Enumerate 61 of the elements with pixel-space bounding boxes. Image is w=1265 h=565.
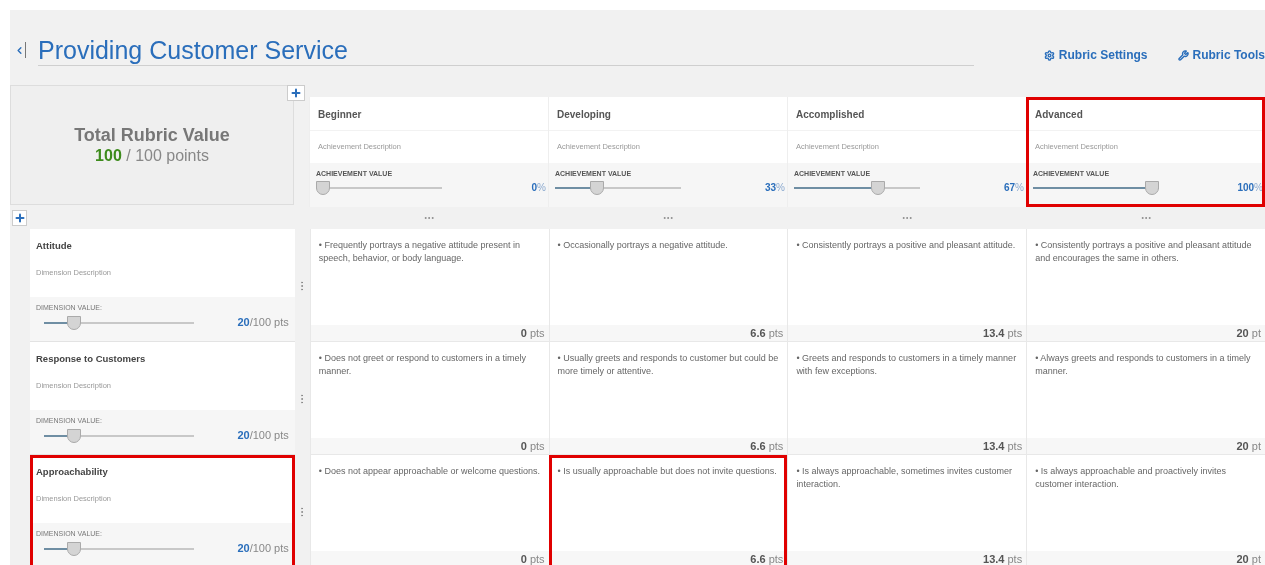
criterion-text: • Consistently portrays a positive and pleasant attitude and encourages the same in others. bbox=[1034, 239, 1253, 265]
dimension-points: 20/100 pts bbox=[237, 314, 289, 330]
gear-icon bbox=[1043, 49, 1055, 61]
slider[interactable] bbox=[316, 180, 442, 195]
total-points: 100 / 100 points bbox=[95, 146, 209, 166]
criterion-points: 13.4 pts bbox=[788, 438, 1027, 454]
level-name: Accomplished bbox=[795, 108, 866, 122]
criterion-points: 0 pts bbox=[310, 438, 549, 454]
wrench-icon bbox=[1177, 49, 1189, 61]
criterion-points: 13.4 pts bbox=[788, 551, 1027, 565]
criterion-text: • Frequently portrays a negative attitude present in speech, behavior, or body language. bbox=[317, 239, 521, 265]
criterion-points: 6.6 pts bbox=[549, 325, 788, 341]
criterion-text: • Consistently portrays a positive and pleasant attitude. bbox=[795, 239, 1017, 252]
level-name: Advanced bbox=[1034, 108, 1084, 122]
dimension-name: Response to Customers bbox=[35, 352, 147, 366]
dimension-points: 20/100 pts bbox=[237, 427, 289, 443]
criterion-text: • Usually greets and responds to customer but could be more timely or attentive. bbox=[556, 352, 780, 378]
criterion-text: • Is always approachable and proactively invites customer interaction. bbox=[1034, 465, 1227, 491]
dimension-name: Approachability bbox=[35, 465, 109, 479]
level-name: Beginner bbox=[317, 108, 363, 122]
criterion-text: • Occasionally portrays a negative attitude. bbox=[556, 239, 729, 252]
back-icon[interactable] bbox=[14, 42, 26, 58]
criterion-text: • Always greets and responds to customers in a timely manner. bbox=[1034, 352, 1252, 378]
slider-thumb[interactable] bbox=[871, 180, 886, 195]
add-level-button[interactable] bbox=[287, 85, 306, 101]
criterion-points: 6.6 pts bbox=[549, 438, 788, 454]
criterion-points: 0 pts bbox=[310, 551, 549, 565]
slider-thumb[interactable] bbox=[67, 316, 81, 330]
criterion-points: 0 pts bbox=[310, 325, 549, 341]
add-dimension-button[interactable] bbox=[12, 210, 27, 226]
slider[interactable] bbox=[44, 429, 194, 443]
level-percent: 33% bbox=[764, 180, 785, 195]
slider[interactable] bbox=[794, 180, 920, 195]
criterion-text: • Is usually approachable but does not invite questions. bbox=[556, 465, 778, 478]
criterion-points: 20 pt bbox=[1027, 551, 1265, 565]
criterion-points: 13.4 pts bbox=[788, 325, 1027, 341]
slider-thumb[interactable] bbox=[316, 180, 330, 195]
criterion-text: • Does not appear approachable or welcome questions. bbox=[317, 465, 542, 478]
criterion-text: • Is always approachable, sometimes invites customer interaction. bbox=[795, 465, 1014, 491]
criterion-text: • Greets and responds to customers in a timely manner with few exceptions. bbox=[795, 352, 1018, 378]
slider[interactable] bbox=[44, 542, 194, 556]
criterion-points: 20 pt bbox=[1027, 438, 1265, 454]
rubric-settings-link[interactable]: Rubric Settings bbox=[1043, 46, 1148, 64]
level-percent: 67% bbox=[1003, 180, 1024, 195]
slider-thumb[interactable] bbox=[1145, 180, 1159, 195]
slider-thumb[interactable] bbox=[67, 542, 81, 556]
slider[interactable] bbox=[555, 180, 681, 195]
total-label: Total Rubric Value bbox=[74, 124, 230, 146]
level-name: Developing bbox=[556, 108, 612, 122]
dimension-points: 20/100 pts bbox=[237, 540, 289, 556]
slider-thumb[interactable] bbox=[67, 429, 81, 443]
slider[interactable] bbox=[44, 316, 194, 330]
criterion-points: 20 pt bbox=[1027, 325, 1265, 341]
criterion-text: • Does not greet or respond to customers in a timely manner. bbox=[317, 352, 527, 378]
slider[interactable] bbox=[1033, 180, 1159, 195]
level-percent: 100% bbox=[1237, 180, 1263, 195]
slider-thumb[interactable] bbox=[589, 180, 604, 195]
level-percent: 0% bbox=[531, 180, 546, 195]
page-title: Providing Customer Service bbox=[38, 36, 349, 64]
rubric-tools-link[interactable]: Rubric Tools bbox=[1177, 46, 1265, 64]
dimension-name: Attitude bbox=[35, 239, 73, 253]
